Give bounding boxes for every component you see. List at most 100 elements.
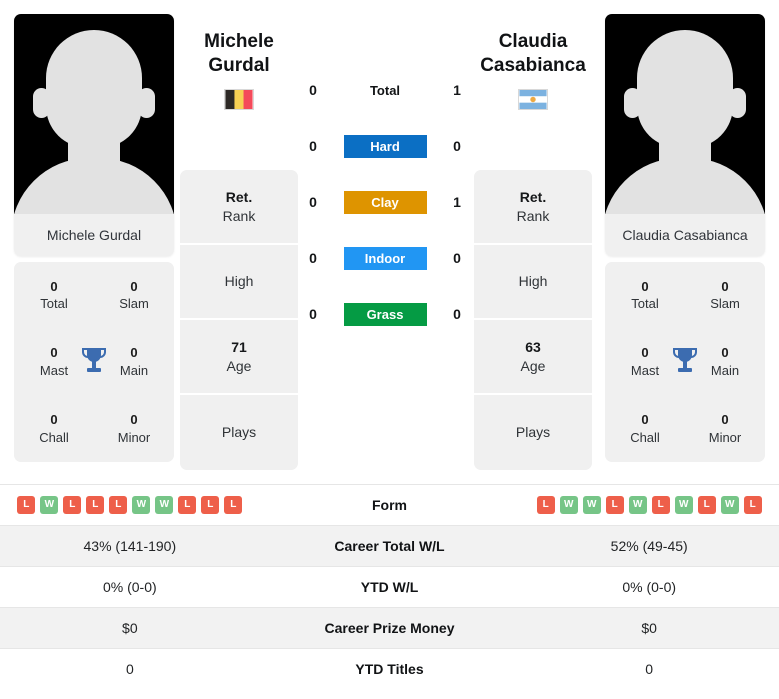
titles-minor-right: 0 Minor [708, 412, 742, 445]
table-row: L W L L L W W L L L Form L W W L W L W L W L [0, 484, 779, 525]
age-segment-left: 71 Age [180, 320, 298, 395]
plays-segment-right: Plays [515, 424, 551, 441]
form-badge-loss: L [86, 496, 105, 514]
form-badge-loss: L [743, 496, 762, 514]
form-badge-loss: L [109, 496, 128, 514]
avatar-shoulders-icon [605, 158, 765, 214]
player-first-name-right: Claudia [498, 31, 568, 52]
form-badge-loss: L [697, 496, 716, 514]
player-avatar-left [14, 14, 174, 214]
avatar-head-icon [46, 30, 142, 148]
form-badge-win: W [155, 496, 174, 514]
stat-label-career_total_wl: Career Total W/L [334, 538, 445, 554]
form-badge-win: W [628, 496, 647, 514]
titles-chall-left: 0 Chall [39, 412, 69, 445]
surface-left-value: 0 [309, 194, 317, 210]
form-badge-win: W [674, 496, 693, 514]
form-badge-win: W [40, 496, 59, 514]
form-badge-loss: L [605, 496, 624, 514]
titles-card-left: 0 Total 0 Slam 0 Mast 0 Main 0 Chall 0 M… [14, 262, 174, 462]
trophy-icon [673, 348, 697, 372]
surface-right-value: 0 [453, 138, 461, 154]
player-first-name-left: Michele [204, 31, 274, 52]
surface-row-hard: 0 Hard 0 [300, 118, 470, 174]
ytd_titles-right: 0 [645, 661, 654, 677]
table-row: 0% (0-0) YTD W/L 0% (0-0) [0, 566, 779, 607]
high-rank-segment-right: High [474, 245, 592, 320]
surface-h2h-list: 0 Total 1 0 Hard 0 0 Clay 1 0 Indoor 0 0 Grass 0 [300, 62, 470, 342]
titles-card-right: 0 Total 0 Slam 0 Mast 0 Main 0 Chall 0 M… [605, 262, 765, 462]
trophy-icon [82, 348, 106, 372]
age-segment-right: 63 Age [474, 320, 592, 395]
player-photo-card-right: Claudia Casabianca [605, 14, 765, 256]
avatar-ear-right-icon [138, 88, 155, 118]
surface-left-value: 0 [309, 82, 317, 98]
form-badge-win: W [132, 496, 151, 514]
form-left: LWLLLWWLLL [0, 496, 260, 514]
belgium-flag-icon [224, 88, 254, 110]
surface-label-grass: Grass [343, 302, 427, 326]
form-right: LWWLWLWLWL [519, 496, 779, 514]
form-badge-win: W [720, 496, 739, 514]
titles-total-left: 0 Total [40, 278, 68, 312]
surface-row-total: 0 Total 1 [300, 62, 470, 118]
player-info-card-left: Ret. Rank High 71 Age Plays [180, 170, 298, 470]
surface-right-value: 0 [453, 306, 461, 322]
table-row: 43% (141-190) Career Total W/L 52% (49-45) [0, 525, 779, 566]
surface-row-grass: 0 Grass 0 [300, 286, 470, 342]
surface-left-value: 0 [309, 306, 317, 322]
titles-chall-right: 0 Chall [630, 412, 660, 445]
argentina-flag-icon [518, 88, 548, 110]
stats-comparison-table: L W L L L W W L L L Form L W W L W L W L W L 43% (141-190) Car… [0, 484, 779, 689]
career_total_wl-right: 52% (49-45) [610, 538, 688, 554]
form-badge-win: W [582, 496, 601, 514]
player-last-name-right: Casabianca [480, 54, 586, 76]
player-info-card-right: Ret. Rank High 63 Age Plays [474, 170, 592, 470]
surface-right-value: 1 [453, 82, 461, 98]
stat-label-ytd_titles: YTD Titles [355, 661, 424, 677]
rank-segment-left: Ret. Rank [180, 170, 298, 245]
surface-right-value: 0 [453, 250, 461, 266]
surface-label-indoor: Indoor [343, 246, 427, 270]
form-badge-loss: L [17, 496, 36, 514]
ytd_titles-left: 0 [125, 661, 134, 677]
surface-left-value: 0 [309, 138, 317, 154]
avatar-head-icon [637, 30, 733, 148]
player-photo-name-right: Claudia Casabianca [622, 227, 748, 243]
surface-right-value: 1 [453, 194, 461, 210]
form-badge-loss: L [178, 496, 197, 514]
comparison-top-section: Michele Gurdal 0 Total 0 Slam 0 Mast 0 M… [0, 0, 779, 470]
player-photo-card-left: Michele Gurdal [14, 14, 174, 256]
avatar-ear-left-icon [33, 88, 50, 118]
surface-label-hard: Hard [343, 134, 427, 158]
form-badge-loss: L [536, 496, 555, 514]
form-badge-win: W [559, 496, 578, 514]
player-last-name-left: Gurdal [208, 54, 270, 76]
avatar-shoulders-icon [14, 158, 174, 214]
titles-slam-right: 0 Slam [710, 278, 740, 312]
surface-label-clay: Clay [343, 190, 427, 214]
surface-row-indoor: 0 Indoor 0 [300, 230, 470, 286]
stat-label-career_prize_money: Career Prize Money [324, 620, 455, 636]
player-photo-name-left: Michele Gurdal [46, 227, 142, 243]
avatar-ear-right-icon [729, 88, 746, 118]
titles-minor-left: 0 Minor [117, 412, 151, 445]
form-badge-loss: L [224, 496, 243, 514]
ytd_wl-left: 0% (0-0) [102, 579, 157, 595]
surface-left-value: 0 [309, 250, 317, 266]
table-row: 0 YTD Titles 0 [0, 648, 779, 689]
career_total_wl-left: 43% (141-190) [83, 538, 177, 554]
career_prize_money-left: $0 [122, 620, 138, 636]
titles-total-right: 0 Total [631, 278, 659, 312]
player-header-left: Michele Gurdal [164, 30, 314, 110]
surface-row-clay: 0 Clay 1 [300, 174, 470, 230]
avatar-ear-left-icon [624, 88, 641, 118]
table-row: $0 Career Prize Money $0 [0, 607, 779, 648]
surface-label-total: Total [369, 82, 401, 98]
player-avatar-right [605, 14, 765, 214]
stat-label-ytd_wl: YTD W/L [360, 579, 419, 595]
ytd_wl-right: 0% (0-0) [622, 579, 677, 595]
plays-segment-left: Plays [221, 424, 257, 441]
high-rank-segment-left: High [180, 245, 298, 320]
titles-slam-left: 0 Slam [119, 278, 149, 312]
